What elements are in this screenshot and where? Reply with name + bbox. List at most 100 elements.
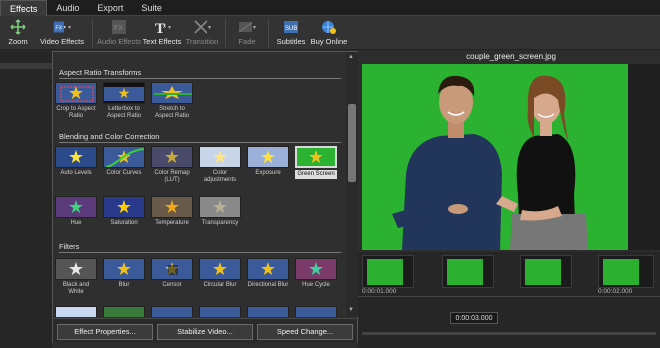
text-effects-label: Text Effects [142, 37, 182, 46]
effects-list[interactable]: Aspect Ratio Transforms ★ Crop to Aspect… [53, 52, 345, 317]
effect-properties-button[interactable]: Effect Properties... [57, 324, 153, 340]
effect-thumbnail: ★ [295, 258, 337, 280]
scroll-down-icon[interactable]: ▼ [348, 307, 354, 313]
scrollbar-thumb[interactable] [348, 104, 356, 182]
effect-directional-blur[interactable]: ★ Directional Blur [247, 258, 289, 289]
chevron-down-icon[interactable]: ▾ [208, 24, 211, 31]
effect-hue-cycle[interactable]: ★ Hue Cycle [295, 258, 337, 289]
text-fx-icon: Tx ▾ [153, 18, 171, 36]
tab-suite[interactable]: Suite [132, 0, 171, 16]
effect-thumbnail: ★ [199, 258, 241, 280]
effect-color-adjustments[interactable]: ★ Color adjustments [199, 146, 241, 184]
effect-label: Stretch to Aspect Ratio [154, 106, 190, 119]
effect-letterbox-to-aspect-ratio[interactable]: ★ Letterbox to Aspect Ratio [103, 82, 145, 120]
effect-label: Censor [162, 282, 182, 288]
audio-effects-label: Audio Effects [96, 37, 142, 46]
effect-censor[interactable]: ★ Censor [151, 258, 193, 289]
chevron-down-icon[interactable]: ▾ [68, 24, 71, 31]
effect-thumbnail: ★ [151, 146, 193, 168]
effect-transparency[interactable]: ★ Transparency [199, 196, 241, 227]
section-divider [59, 78, 341, 79]
effect-auto-levels[interactable]: ★ Auto Levels [55, 146, 97, 177]
app-window: Effects Audio Export Suite Zoom FX ▾ Vide… [0, 0, 660, 348]
effect-thumbnail: ★ [151, 82, 193, 104]
stabilize-video-button[interactable]: Stabilize Video... [157, 324, 253, 340]
panel-scrollbar[interactable]: ▲ ▼ [346, 52, 358, 317]
effect-stretch-to-aspect-ratio[interactable]: ★ Stretch to Aspect Ratio [151, 82, 193, 120]
chevron-down-icon[interactable]: ▾ [168, 24, 171, 31]
fade-button[interactable]: ▾ Fade [230, 16, 264, 50]
effect-label: Hue [70, 220, 82, 226]
tab-export[interactable]: Export [88, 0, 132, 16]
star-icon: ★ [163, 147, 181, 167]
effect-partial-row[interactable] [199, 306, 241, 317]
effect-label: Color adjustments [203, 170, 237, 183]
scroll-up-icon[interactable]: ▲ [348, 54, 354, 60]
effect-thumbnail: ★ [55, 196, 97, 218]
timeline-scrollbar[interactable] [362, 332, 656, 335]
video-effects-label: Video Effects [40, 37, 84, 46]
effect-blur[interactable]: ★ Blur [103, 258, 145, 289]
effect-circular-blur[interactable]: ★ Circular Blur [199, 258, 241, 289]
fade-icon: ▾ [238, 18, 256, 36]
effect-thumbnail: ★ [151, 196, 193, 218]
fx-icon: FX ▾ [53, 18, 71, 36]
section-title: Blending and Color Correction [59, 132, 160, 141]
effect-hue[interactable]: ★ Hue [55, 196, 97, 227]
buy-online-button[interactable]: Buy Online [309, 16, 349, 50]
tab-audio[interactable]: Audio [47, 0, 88, 16]
effect-thumbnail: ★ [199, 146, 241, 168]
section-divider [59, 252, 341, 253]
transition-button[interactable]: ▾ Transition [183, 16, 221, 50]
audio-effects-button[interactable]: FX Audio Effects [97, 16, 141, 50]
video-effects-button[interactable]: FX ▾ Video Effects [36, 16, 88, 50]
effect-thumbnail: ★ [55, 146, 97, 168]
video-preview[interactable] [362, 64, 628, 250]
effect-partial-row[interactable] [151, 306, 193, 317]
fade-label: Fade [238, 37, 256, 46]
zoom-button[interactable]: Zoom [0, 16, 36, 50]
timeline-ruler [358, 296, 660, 297]
toolbar-divider [225, 19, 226, 47]
effect-partial-row[interactable] [103, 306, 145, 317]
timeline-clip[interactable] [442, 255, 494, 288]
effect-color-curves[interactable]: ★ Color Curves [103, 146, 145, 177]
zoom-icon [9, 18, 27, 36]
speed-change-button[interactable]: Speed Change... [257, 324, 353, 340]
timeline-clip[interactable] [598, 255, 654, 288]
effect-color-remap-lut[interactable]: ★ Color Remap (LUT) [151, 146, 193, 184]
star-icon: ★ [117, 85, 131, 101]
subtitles-button[interactable]: SUB Subtitles [273, 16, 309, 50]
star-icon: ★ [307, 259, 325, 279]
panel-button-row: Effect Properties... Stabilize Video... … [53, 318, 357, 343]
effect-thumbnail: ★ [103, 82, 145, 104]
star-icon: ★ [67, 197, 85, 217]
star-icon: ★ [163, 197, 181, 217]
effect-saturation[interactable]: ★ Saturation [103, 196, 145, 227]
effect-thumbnail: ★ [103, 196, 145, 218]
effect-partial-row[interactable] [55, 306, 97, 317]
effect-partial-row[interactable] [247, 306, 289, 317]
effect-label: Transparency [201, 220, 239, 226]
effect-crop-to-aspect-ratio[interactable]: ★ Crop to Aspect Ratio [55, 82, 97, 120]
effect-thumbnail: ★ [199, 196, 241, 218]
tab-effects[interactable]: Effects [0, 0, 48, 16]
effect-label: Hue Cycle [302, 282, 330, 288]
effect-partial-row[interactable] [295, 306, 337, 317]
timeline-tick: 0:00:02.000 [598, 288, 633, 295]
text-effects-button[interactable]: Tx ▾ Text Effects [141, 16, 183, 50]
effect-label: Crop to Aspect Ratio [56, 106, 96, 119]
subtitles-icon: SUB [282, 18, 300, 36]
chevron-down-icon[interactable]: ▾ [253, 24, 256, 31]
effect-exposure[interactable]: ★ Exposure [247, 146, 289, 177]
effect-green-screen[interactable]: ★ Green Screen [295, 146, 337, 179]
effect-label: Auto Levels [60, 170, 92, 176]
effect-temperature[interactable]: ★ Temperature [151, 196, 193, 227]
transition-icon: ▾ [193, 18, 211, 36]
effect-black-and-white[interactable]: ★ Black and White [55, 258, 97, 296]
timeline[interactable]: 0:00:01.000 0:00:02.000 0:00:03.000 [358, 252, 660, 348]
menu-tabs: Effects Audio Export Suite [0, 0, 660, 16]
svg-text:x: x [163, 24, 166, 30]
timeline-clip[interactable] [520, 255, 572, 288]
timeline-clip[interactable] [362, 255, 414, 288]
